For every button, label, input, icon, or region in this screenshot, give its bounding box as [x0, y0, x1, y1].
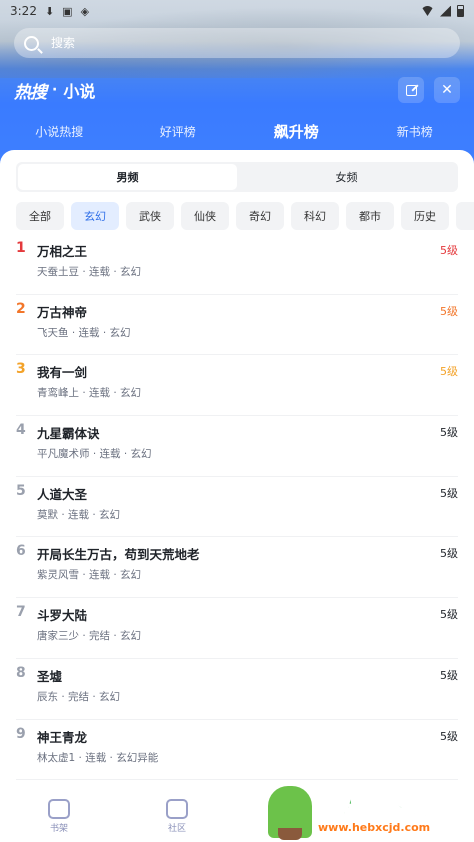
watermark-url: www.hebxcjd.com — [318, 820, 431, 834]
list-item[interactable]: 6 开局长生万古，苟到天荒地老 紫灵风雪 · 连载 · 玄幻 5级 — [16, 537, 458, 599]
heat-level: 5级 — [440, 486, 458, 500]
book-title: 万古神帝 — [37, 304, 88, 320]
heat-level: 5级 — [440, 426, 458, 440]
book-title: 圣墟 — [37, 668, 63, 684]
chip-xuanhuan[interactable]: 玄幻 — [71, 202, 119, 230]
rank-number: 9 — [16, 725, 26, 742]
category-chips: 全部 玄幻 武侠 仙侠 奇幻 科幻 都市 历史 — [16, 202, 474, 230]
list-item[interactable]: 2 万古神帝 飞天鱼 · 连载 · 玄幻 5级 — [16, 295, 458, 356]
status-bar: 3:22 ⬇ ▣ ◈ — [0, 0, 474, 22]
book-meta: 平凡魔术师 · 连载 · 玄幻 — [37, 448, 152, 461]
signal-icon — [440, 5, 451, 17]
book-list: 1 万相之王 天蚕土豆 · 连载 · 玄幻 5级 2 万古神帝 飞天鱼 · 连载… — [0, 234, 474, 781]
ranking-tabs: 小说热搜 好评榜 飙升榜 新书榜 — [0, 114, 474, 153]
chip-urban[interactable]: 都市 — [346, 202, 394, 230]
tab-top-rated[interactable]: 好评榜 — [119, 123, 238, 140]
chip-xianxia[interactable]: 仙侠 — [181, 202, 229, 230]
heat-level: 5级 — [440, 668, 458, 682]
heat-level: 5级 — [440, 608, 458, 622]
rank-number: 6 — [16, 543, 26, 560]
site-watermark: 仙人掌下载网 www.hebxcjd.com — [268, 782, 474, 842]
page-title: 热搜 · 小说 — [14, 78, 95, 103]
book-title: 九星霸体诀 — [37, 426, 100, 442]
tab-male[interactable]: 男频 — [18, 164, 237, 190]
list-item[interactable]: 4 九星霸体诀 平凡魔术师 · 连载 · 玄幻 5级 — [16, 416, 458, 477]
list-item[interactable]: 3 我有一剑 青鸾峰上 · 连载 · 玄幻 5级 — [16, 355, 458, 417]
book-meta: 紫灵风雪 · 连载 · 玄幻 — [37, 569, 142, 582]
rank-number: 7 — [16, 604, 26, 621]
rank-number: 4 — [16, 422, 26, 439]
book-meta: 唐家三少 · 完结 · 玄幻 — [37, 630, 142, 643]
heat-level: 5级 — [440, 729, 458, 743]
status-time: 3:22 — [10, 4, 37, 18]
watermark-text: 仙人掌下载网 — [318, 794, 450, 819]
gender-switch: 男频 女频 — [16, 162, 458, 192]
app-icon: ◈ — [80, 4, 90, 18]
book-meta: 辰东 · 完结 · 玄幻 — [37, 690, 121, 703]
nav-label: 社区 — [167, 823, 186, 834]
title-row: 热搜 · 小说 ✕ — [14, 76, 460, 104]
book-title: 斗罗大陆 — [37, 608, 88, 624]
share-button[interactable] — [398, 77, 424, 103]
rank-number: 3 — [16, 361, 26, 378]
close-icon: ✕ — [441, 82, 453, 98]
book-title: 万相之王 — [37, 244, 88, 259]
search-bar[interactable] — [14, 28, 460, 58]
rank-number: 1 — [16, 240, 26, 256]
tab-new-books[interactable]: 新书榜 — [356, 123, 474, 140]
search-icon — [24, 35, 39, 51]
tab-rising[interactable]: 飙升榜 — [237, 121, 356, 153]
nav-bookshelf[interactable]: 书架 — [0, 798, 118, 834]
bookshelf-icon — [48, 798, 70, 819]
cactus-mascot-icon — [268, 786, 312, 840]
heat-level: 5级 — [440, 304, 458, 318]
list-item[interactable]: 5 人道大圣 莫默 · 连载 · 玄幻 5级 — [16, 477, 458, 538]
list-item[interactable]: 8 圣墟 辰东 · 完结 · 玄幻 5级 — [16, 659, 458, 720]
tab-female[interactable]: 女频 — [237, 164, 456, 190]
download-icon: ⬇ — [44, 4, 55, 18]
ranking-card: 男频 女频 全部 玄幻 武侠 仙侠 奇幻 科幻 都市 历史 1 万相之王 天蚕土… — [0, 150, 474, 842]
close-button[interactable]: ✕ — [434, 77, 460, 103]
book-meta: 飞天鱼 · 连载 · 玄幻 — [37, 326, 131, 339]
rank-number: 8 — [16, 664, 26, 681]
heat-level: 5级 — [440, 547, 458, 561]
list-item[interactable]: 9 神王青龙 林太虚1 · 连载 · 玄幻异能 5级 — [16, 720, 458, 781]
book-title: 神王青龙 — [37, 729, 88, 745]
book-meta: 天蚕土豆 · 连载 · 玄幻 — [37, 266, 142, 278]
book-title: 我有一剑 — [37, 365, 88, 381]
book-meta: 林太虚1 · 连载 · 玄幻异能 — [37, 751, 159, 764]
chip-scifi[interactable]: 科幻 — [291, 202, 339, 230]
nav-community[interactable]: 社区 — [118, 798, 236, 834]
battery-icon — [457, 5, 464, 17]
brand-novel-label: 小说 — [63, 82, 96, 101]
chip-history[interactable]: 历史 — [401, 202, 449, 230]
nav-label: 书架 — [49, 823, 68, 834]
chip-all[interactable]: 全部 — [16, 202, 64, 230]
heat-level: 5级 — [440, 365, 458, 379]
wifi-icon — [421, 6, 434, 16]
book-meta: 青鸾峰上 · 连载 · 玄幻 — [37, 387, 142, 400]
brand-hot-logo: 热搜 — [14, 82, 47, 103]
search-input[interactable] — [51, 36, 431, 50]
community-icon — [166, 798, 188, 819]
hero-header: 3:22 ⬇ ▣ ◈ 热搜 · 小说 ✕ 小说热搜 — [0, 0, 474, 172]
book-meta: 莫默 · 连载 · 玄幻 — [37, 508, 121, 521]
rank-number: 5 — [16, 482, 26, 499]
list-item[interactable]: 1 万相之王 天蚕土豆 · 连载 · 玄幻 5级 — [16, 234, 458, 295]
book-title: 人道大圣 — [37, 486, 88, 502]
rank-number: 2 — [16, 300, 26, 317]
chip-fantasy[interactable]: 奇幻 — [236, 202, 284, 230]
heat-level: 5级 — [440, 244, 458, 257]
a-badge-icon: ▣ — [62, 4, 73, 18]
tab-novel-hot[interactable]: 小说热搜 — [0, 123, 119, 140]
chip-wuxia[interactable]: 武侠 — [126, 202, 174, 230]
chip-more[interactable] — [456, 202, 474, 230]
share-edit-icon — [405, 84, 417, 96]
list-item[interactable]: 7 斗罗大陆 唐家三少 · 完结 · 玄幻 5级 — [16, 598, 458, 659]
book-title: 开局长生万古，苟到天荒地老 — [37, 547, 200, 563]
